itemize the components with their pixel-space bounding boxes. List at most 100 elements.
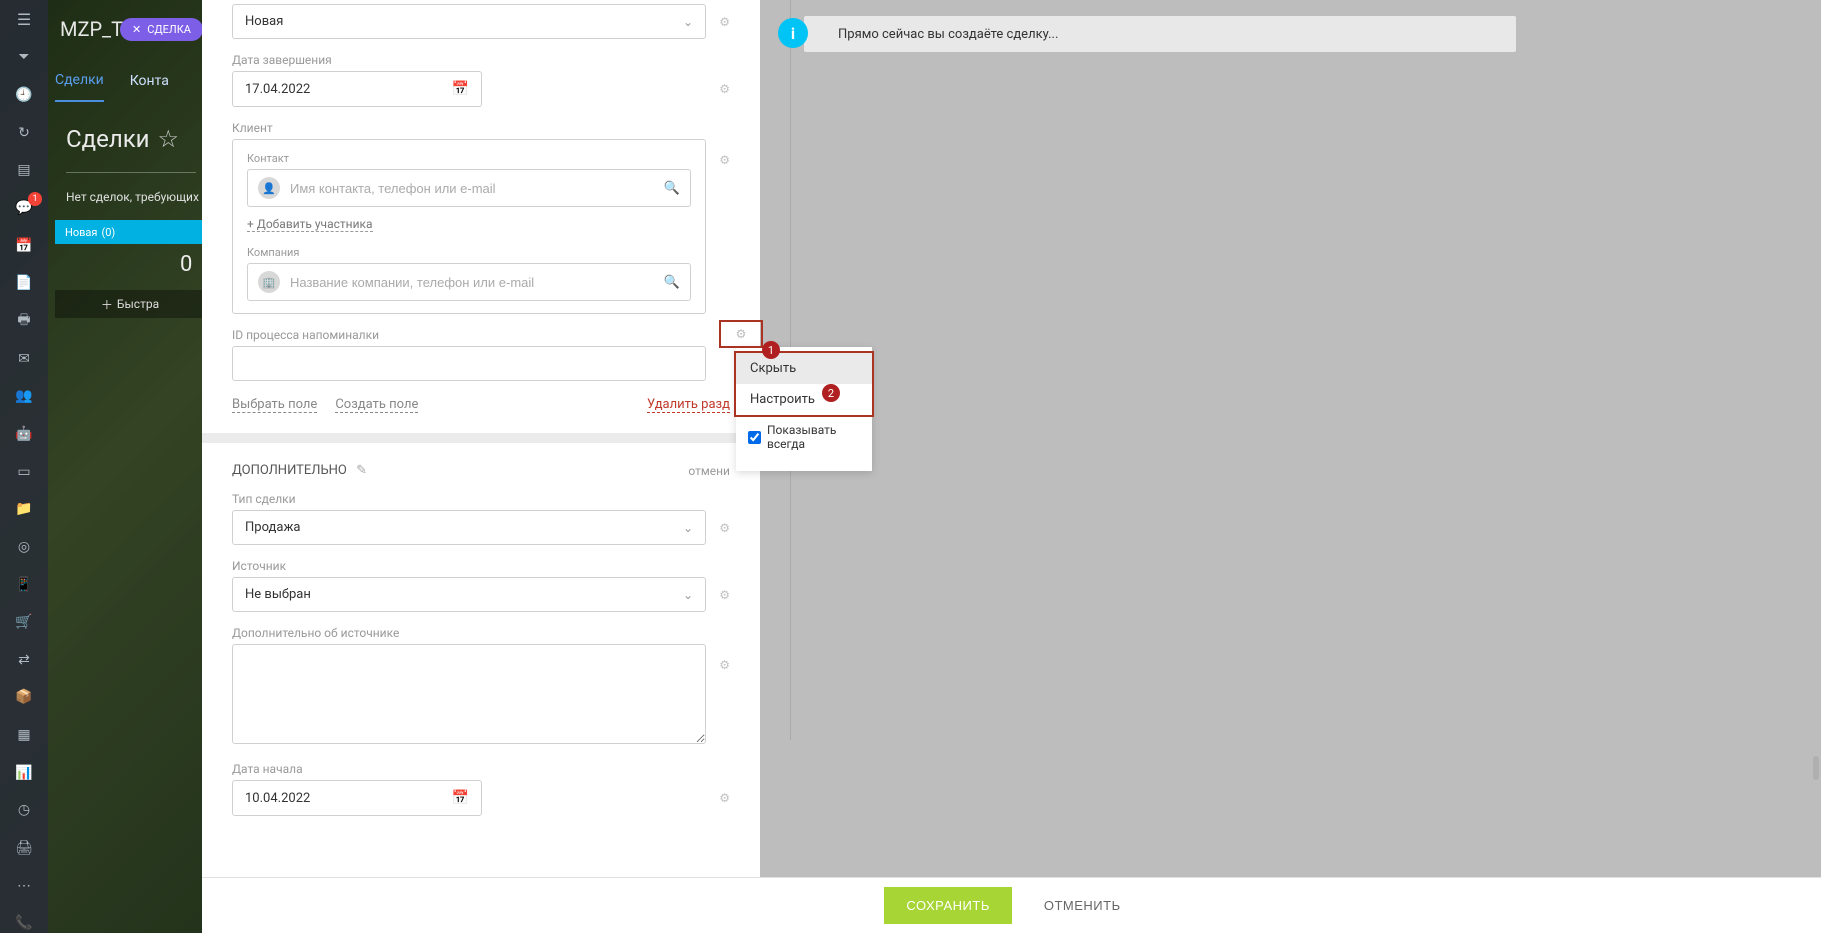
clock-icon[interactable]: 🕘 [14,85,34,105]
additional-section-title: ДОПОЛНИТЕЛЬНО [232,463,347,478]
sync-icon[interactable]: ⇄ [14,650,34,670]
field-links-row: Выбрать поле Создать поле Удалить разд [232,397,730,413]
start-date-value: 10.04.2022 [245,791,310,806]
attention-text: Нет сделок, требующих [66,190,199,204]
grid-icon[interactable]: ▦ [14,725,34,745]
box-icon[interactable]: 📦 [14,688,34,708]
stage-select[interactable]: Новая ⌄ [232,4,706,39]
random-icon[interactable]: ↻ [14,123,34,143]
company-label: Компания [247,246,691,259]
cancel-button[interactable]: ОТМЕНИТЬ [1026,887,1139,924]
people-icon[interactable]: 👥 [14,387,34,407]
deal-type-select[interactable]: Продажа ⌄ [232,510,706,545]
search-icon[interactable]: 🔍 [664,181,680,196]
company-search-field[interactable]: 🏢 🔍 [247,263,691,301]
print2-icon[interactable]: 🖨 [14,838,34,858]
deal-type-gear-button[interactable]: ⚙ [719,521,730,535]
always-show-checkbox[interactable] [748,431,761,444]
deal-form-panel: Новая ⌄ ⚙ Дата завершения 17.04.2022 📅 ⚙… [202,0,760,933]
quick-add[interactable]: ＋ Быстра [55,290,205,318]
scrollbar-thumb[interactable] [1813,756,1819,780]
doc-icon[interactable]: ▤ [14,161,34,181]
add-participant-link[interactable]: + Добавить участника [247,217,373,232]
info-banner: Прямо сейчас вы создаёте сделку... [804,16,1516,52]
phone-icon[interactable]: 📱 [14,575,34,595]
end-date-label: Дата завершения [232,53,730,67]
popup-hide[interactable]: Скрыть [736,353,872,384]
add-participant-label: Добавить участника [257,217,373,231]
company-input[interactable] [290,275,654,290]
call-icon[interactable]: 📞 [14,913,34,933]
tab-contacts[interactable]: Конта [130,61,169,101]
end-date-value: 17.04.2022 [245,82,310,97]
contact-label: Контакт [247,152,691,165]
stage-gear-button[interactable]: ⚙ [719,15,730,29]
deal-chip[interactable]: ✕ СДЕЛКА [120,18,203,41]
stage-new[interactable]: Новая (0) [55,220,205,244]
save-button[interactable]: СОХРАНИТЬ [884,887,1011,924]
client-gear-button[interactable]: ⚙ [719,153,730,167]
annotation-marker-2: 2 [822,384,840,402]
always-show-label: Показывать всегда [767,423,860,451]
card-icon[interactable]: ▭ [14,462,34,482]
start-date-field[interactable]: 10.04.2022 📅 [232,780,482,816]
footer-bar: СОХРАНИТЬ ОТМЕНИТЬ [202,877,1821,933]
start-date-gear-button[interactable]: ⚙ [719,791,730,805]
search-icon[interactable]: 🔍 [664,275,680,290]
close-icon[interactable]: ✕ [132,23,141,36]
stage-count: (0) [101,226,115,239]
source-extra-gear-button[interactable]: ⚙ [719,658,730,672]
timer-icon[interactable]: ◷ [14,801,34,821]
cancel-section-link[interactable]: отмени [688,464,730,478]
deal-type-label: Тип сделки [232,492,730,506]
create-field-link[interactable]: Создать поле [335,397,418,413]
bg-tabs: Сделки Конта [55,58,169,104]
field-settings-popup: Скрыть Настроить Показывать всегда [736,347,872,471]
tab-deals[interactable]: Сделки [55,60,104,102]
funnel-icon[interactable]: ⏷ [14,48,34,68]
source-extra-label: Дополнительно об источнике [232,626,730,640]
hamburger-icon[interactable]: ☰ [14,10,34,30]
pencil-icon[interactable]: ✎ [356,463,367,478]
file-icon[interactable]: 📄 [14,273,34,293]
popup-configure[interactable]: Настроить [736,384,872,415]
stats-icon[interactable]: 📊 [14,763,34,783]
delete-section-link[interactable]: Удалить разд [647,397,730,413]
printer-icon[interactable]: 🖶 [14,311,34,331]
calendar-icon[interactable]: 📅 [14,236,34,256]
mail-icon[interactable]: ✉ [14,349,34,369]
stage-zero: 0 [180,252,192,277]
folder-icon[interactable]: 📁 [14,500,34,520]
cart-icon[interactable]: 🛒 [14,612,34,632]
contact-search-field[interactable]: 👤 🔍 [247,169,691,207]
person-icon: 👤 [258,177,280,199]
quick-label: Быстра [117,297,159,311]
reminder-id-label: ID процесса напоминалки [232,328,730,342]
dots-icon[interactable]: ⋯ [14,876,34,896]
client-box: Контакт 👤 🔍 + Добавить участника Компани… [232,139,706,314]
highlighted-gear-box[interactable]: ⚙ [719,320,763,348]
source-select[interactable]: Не выбран ⌄ [232,577,706,612]
bg-divider [66,172,196,173]
gear-icon[interactable]: ⚙ [736,327,747,341]
source-gear-button[interactable]: ⚙ [719,588,730,602]
robot-icon[interactable]: 🤖 [14,424,34,444]
calendar-icon[interactable]: 📅 [452,790,469,806]
end-date-gear-button[interactable]: ⚙ [719,82,730,96]
source-extra-textarea[interactable] [232,644,706,744]
source-label: Источник [232,559,730,573]
contact-input[interactable] [290,181,654,196]
select-field-link[interactable]: Выбрать поле [232,397,317,413]
popup-always-show[interactable]: Показывать всегда [736,415,872,459]
chip-label: СДЕЛКА [147,23,191,36]
info-icon: i [778,18,808,48]
chat-icon[interactable]: 💬 [14,198,34,218]
calendar-icon[interactable]: 📅 [452,81,469,97]
reminder-id-input[interactable] [232,346,706,381]
star-icon[interactable]: ☆ [158,125,180,153]
stage-select-value: Новая [245,14,283,29]
stage-name: Новая [65,226,97,239]
scrollbar[interactable] [1811,0,1819,933]
end-date-field[interactable]: 17.04.2022 📅 [232,71,482,107]
target-icon[interactable]: ◎ [14,537,34,557]
